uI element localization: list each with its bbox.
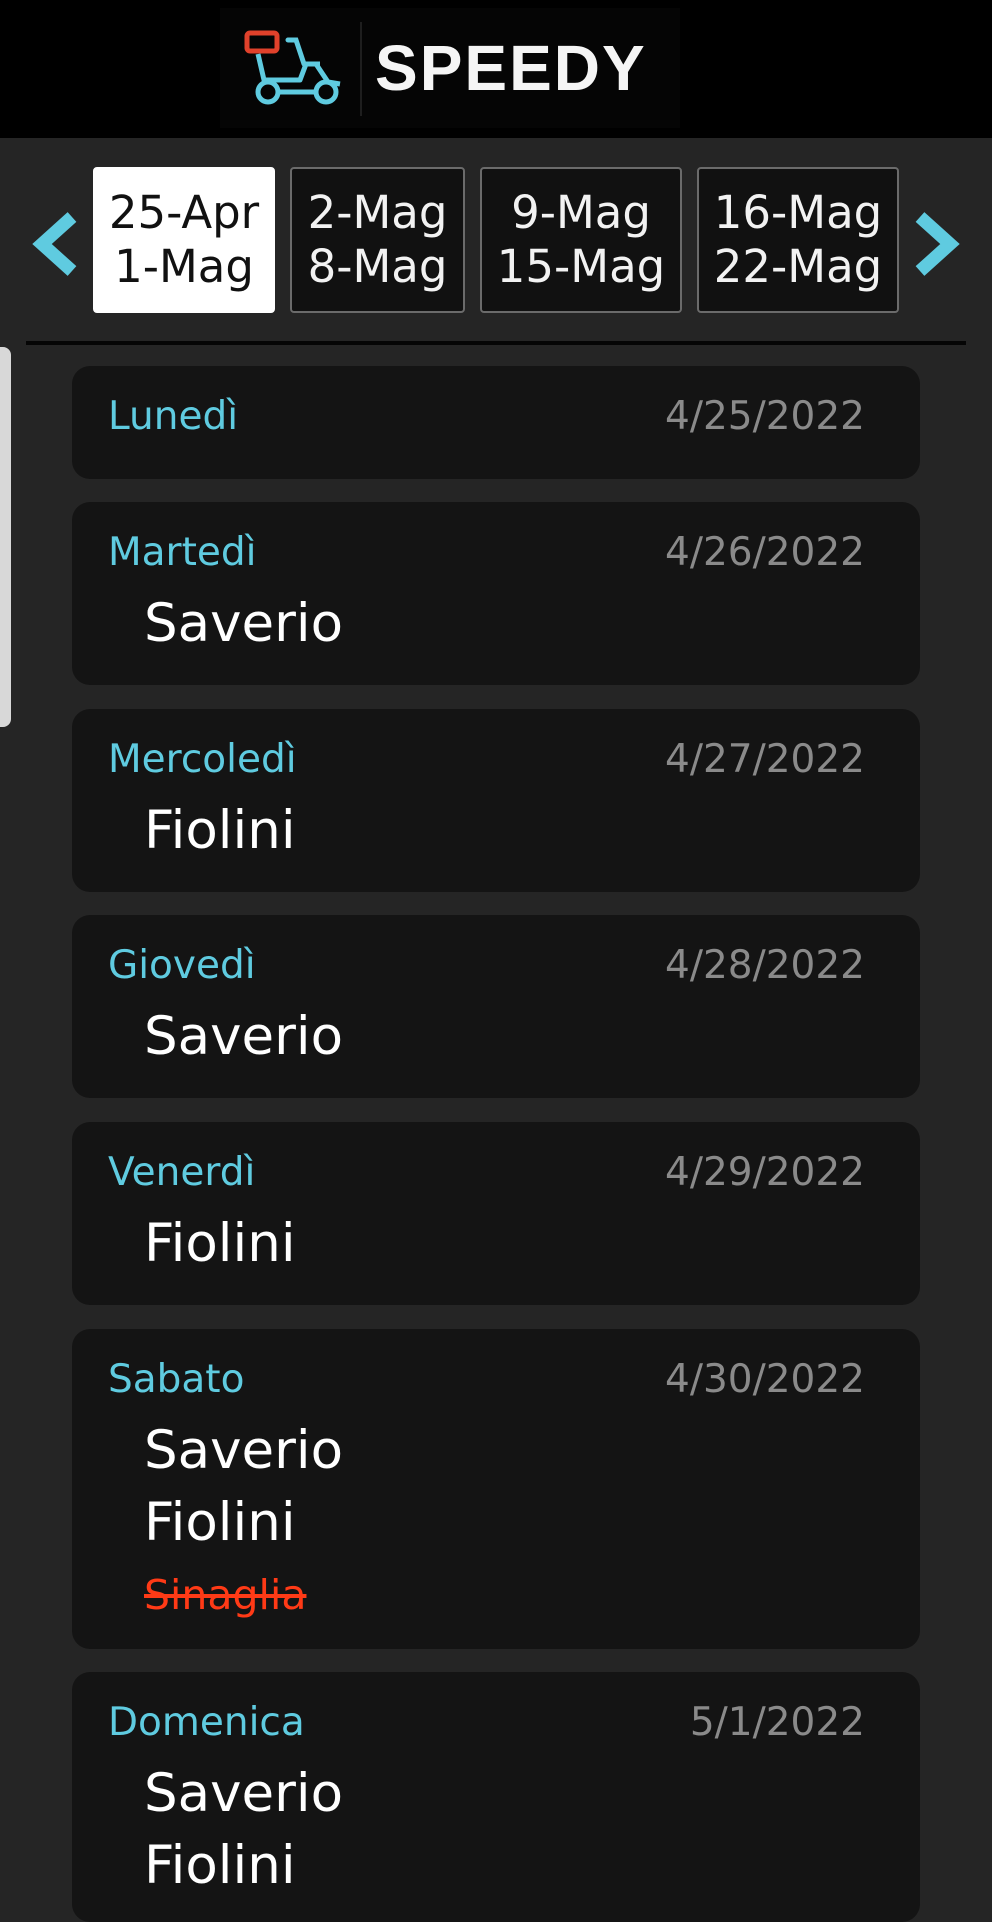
day-card-friday[interactable]: Venerdì 4/29/2022 Fiolini: [72, 1122, 920, 1305]
week-start: 25-Apr: [108, 186, 260, 239]
prev-week-button[interactable]: [30, 209, 82, 279]
app-title: SPEEDY: [375, 32, 647, 104]
assigned-people: Fiolini: [144, 795, 296, 867]
week-start: 2-Mag: [307, 186, 448, 239]
day-card-tuesday[interactable]: Martedì 4/26/2022 Saverio: [72, 502, 920, 685]
chevron-left-icon: [32, 212, 77, 276]
week-tab-1[interactable]: 25-Apr 1-Mag: [93, 167, 275, 313]
assigned-people: Saverio Fiolini: [144, 1758, 343, 1902]
day-name: Domenica: [108, 1700, 305, 1745]
person-name: Saverio: [144, 1006, 344, 1067]
day-name: Sabato: [108, 1357, 245, 1402]
chevron-right-icon: [915, 212, 960, 276]
person-name: Fiolini: [144, 800, 296, 861]
assigned-people: Saverio: [144, 1001, 343, 1073]
day-name: Giovedì: [108, 943, 256, 988]
week-tab-4[interactable]: 16-Mag 22-Mag: [697, 167, 899, 313]
week-end: 22-Mag: [713, 240, 883, 293]
person-name: Saverio: [144, 593, 344, 654]
day-card-saturday[interactable]: Sabato 4/30/2022 Saverio Fiolini Sinagli…: [72, 1329, 920, 1649]
person-name: Fiolini: [144, 1492, 296, 1553]
day-name: Lunedì: [108, 394, 239, 439]
day-date: 4/27/2022: [665, 737, 865, 782]
person-name: Fiolini: [144, 1835, 296, 1896]
week-end: 8-Mag: [307, 240, 448, 293]
week-tab-3[interactable]: 9-Mag 15-Mag: [480, 167, 682, 313]
day-card-thursday[interactable]: Giovedì 4/28/2022 Saverio: [72, 915, 920, 1098]
person-name: Saverio: [144, 1763, 344, 1824]
day-card-wednesday[interactable]: Mercoledì 4/27/2022 Fiolini: [72, 709, 920, 892]
logo-divider: [360, 22, 362, 116]
day-date: 4/28/2022: [665, 943, 865, 988]
app-header: SPEEDY: [0, 0, 992, 138]
day-name: Mercoledì: [108, 737, 297, 782]
week-start: 9-Mag: [511, 186, 651, 239]
assigned-people: Saverio Fiolini Sinaglia: [144, 1415, 343, 1631]
day-date: 5/1/2022: [689, 1700, 865, 1745]
assigned-people: Saverio: [144, 588, 343, 660]
week-tab-2[interactable]: 2-Mag 8-Mag: [290, 167, 465, 313]
person-name-cancelled: Sinaglia: [144, 1571, 307, 1619]
divider: [26, 341, 966, 345]
week-end: 15-Mag: [496, 240, 666, 293]
next-week-button[interactable]: [910, 209, 962, 279]
day-card-sunday[interactable]: Domenica 5/1/2022 Saverio Fiolini: [72, 1672, 920, 1922]
week-end: 1-Mag: [114, 240, 254, 293]
day-card-monday[interactable]: Lunedì 4/25/2022: [72, 366, 920, 479]
assigned-people: Fiolini: [144, 1208, 296, 1280]
week-start: 16-Mag: [713, 186, 883, 239]
day-name: Martedì: [108, 530, 257, 575]
day-date: 4/25/2022: [665, 394, 865, 439]
day-name: Venerdì: [108, 1150, 256, 1195]
scroll-handle[interactable]: [0, 347, 11, 727]
day-date: 4/29/2022: [665, 1150, 865, 1195]
day-date: 4/26/2022: [665, 530, 865, 575]
day-date: 4/30/2022: [665, 1357, 865, 1402]
person-name: Fiolini: [144, 1213, 296, 1274]
person-name: Saverio: [144, 1420, 344, 1481]
scooter-delivery-icon: [244, 30, 346, 108]
